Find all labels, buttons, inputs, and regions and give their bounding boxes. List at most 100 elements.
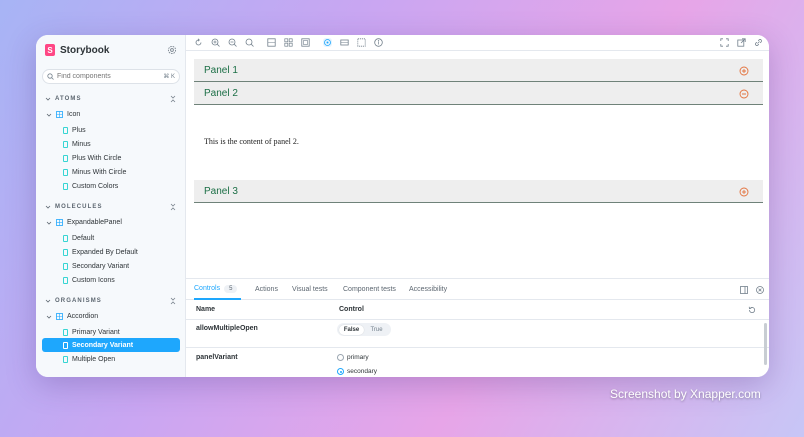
grid-icon[interactable]	[284, 38, 293, 47]
story-label: Custom Colors	[72, 182, 119, 190]
storybook-window: S Storybook ⌘ K ATOMS Icon Plus Minus	[36, 35, 769, 377]
component-icon	[56, 111, 63, 118]
tab-label: Actions	[255, 286, 278, 293]
sidebar: S Storybook ⌘ K ATOMS Icon Plus Minus	[36, 35, 186, 377]
story-preview: Panel 1 Panel 2 This is the content of p…	[186, 51, 769, 278]
story-label: Multiple Open	[72, 355, 116, 363]
boolean-toggle[interactable]: False True	[337, 323, 391, 336]
story-custom-colors[interactable]: Custom Colors	[42, 179, 180, 193]
scrollbar[interactable]	[764, 323, 767, 365]
plus-circle-icon[interactable]	[739, 187, 749, 197]
gear-icon[interactable]	[167, 45, 177, 55]
collapse-all-icon[interactable]	[169, 297, 177, 305]
chevron-down-icon	[46, 113, 52, 117]
story-plus[interactable]: Plus	[42, 123, 180, 137]
search-shortcut: ⌘ K	[163, 74, 175, 80]
collapse-all-icon[interactable]	[169, 203, 177, 211]
story-label: Plus With Circle	[72, 154, 122, 162]
reload-icon[interactable]	[194, 38, 203, 47]
chevron-down-icon	[45, 299, 51, 303]
zoom-out-icon[interactable]	[228, 38, 237, 47]
story-plus-with-circle[interactable]: Plus With Circle	[42, 151, 180, 165]
section-title: MOLECULES	[55, 204, 103, 210]
reset-icon[interactable]	[748, 306, 756, 314]
tab-count-badge: 5	[224, 284, 238, 293]
section-molecules[interactable]: MOLECULES	[45, 204, 103, 210]
brand[interactable]: S Storybook	[45, 44, 109, 56]
controls-table-header: Name Control	[186, 300, 769, 320]
toggle-option-true[interactable]: True	[364, 327, 389, 333]
fullscreen-icon[interactable]	[720, 38, 729, 47]
story-minus-with-circle[interactable]: Minus With Circle	[42, 165, 180, 179]
tab-component-tests[interactable]: Component tests	[343, 279, 396, 300]
tab-label: Visual tests	[292, 286, 328, 293]
component-label: Accordion	[67, 313, 99, 320]
story-default[interactable]: Default	[42, 231, 180, 245]
story-icon	[63, 182, 68, 190]
tree-component-icon[interactable]: Icon	[46, 111, 80, 118]
component-label: Icon	[67, 111, 81, 118]
story-icon	[63, 262, 68, 270]
radio-label: secondary	[347, 368, 377, 375]
addon-tabs: Controls 5 Actions Visual tests Componen…	[186, 279, 769, 300]
story-minus[interactable]: Minus	[42, 137, 180, 151]
open-new-tab-icon[interactable]	[737, 38, 746, 47]
panel-3-header[interactable]: Panel 3	[194, 180, 763, 203]
minus-circle-icon[interactable]	[739, 89, 749, 99]
story-icon	[63, 341, 68, 349]
story-icon	[63, 140, 68, 148]
zoom-reset-icon[interactable]	[245, 38, 254, 47]
section-atoms[interactable]: ATOMS	[45, 96, 82, 102]
collapse-all-icon[interactable]	[169, 95, 177, 103]
zoom-in-icon[interactable]	[211, 38, 220, 47]
tree-component-expandablepanel[interactable]: ExpandablePanel	[46, 219, 122, 226]
toggle-option-false[interactable]: False	[339, 324, 364, 335]
section-organisms[interactable]: ORGANISMS	[45, 298, 102, 304]
radio-button[interactable]	[337, 368, 344, 375]
panel-position-icon[interactable]	[740, 286, 748, 294]
section-title: ORGANISMS	[55, 298, 102, 304]
panel-1-header[interactable]: Panel 1	[194, 59, 763, 82]
control-name: allowMultipleOpen	[196, 325, 258, 332]
story-icon	[63, 276, 68, 284]
tree-component-accordion[interactable]: Accordion	[46, 313, 98, 320]
story-icon	[63, 126, 68, 134]
section-title: ATOMS	[55, 96, 82, 102]
panel-2-header[interactable]: Panel 2	[194, 82, 763, 105]
tab-controls[interactable]: Controls 5	[194, 279, 242, 300]
story-secondary-variant-panel[interactable]: Secondary Variant	[42, 259, 180, 273]
accessibility-icon[interactable]	[374, 38, 383, 47]
radio-secondary[interactable]: secondary	[337, 368, 377, 375]
story-label: Secondary Variant	[72, 341, 134, 349]
story-custom-icons[interactable]: Custom Icons	[42, 273, 180, 287]
toolbar	[186, 35, 769, 51]
radio-button[interactable]	[337, 354, 344, 361]
story-primary-variant[interactable]: Primary Variant	[42, 325, 180, 339]
outline-icon[interactable]	[340, 38, 349, 47]
tab-visual-tests[interactable]: Visual tests	[292, 279, 328, 300]
story-icon	[63, 168, 68, 176]
copy-link-icon[interactable]	[754, 38, 763, 47]
tab-accessibility[interactable]: Accessibility	[409, 279, 447, 300]
viewport-icon[interactable]	[301, 38, 310, 47]
frame-icon[interactable]	[357, 38, 366, 47]
close-icon[interactable]	[756, 286, 764, 294]
background-icon[interactable]	[267, 38, 276, 47]
panel-2-content: This is the content of panel 2.	[204, 137, 299, 146]
panel-title: Panel 3	[204, 185, 238, 197]
story-secondary-variant-selected[interactable]: Secondary Variant	[42, 338, 180, 352]
search-icon	[47, 73, 54, 80]
tab-label: Component tests	[343, 286, 396, 293]
radio-primary[interactable]: primary	[337, 354, 369, 361]
measure-icon[interactable]	[323, 38, 332, 47]
search-box[interactable]: ⌘ K	[42, 69, 180, 84]
story-expanded-by-default[interactable]: Expanded By Default	[42, 245, 180, 259]
tab-actions[interactable]: Actions	[255, 279, 278, 300]
story-label: Custom Icons	[72, 276, 115, 284]
story-label: Default	[72, 234, 95, 242]
tab-label: Accessibility	[409, 286, 448, 293]
story-label: Expanded By Default	[72, 248, 138, 256]
search-input[interactable]	[57, 73, 157, 80]
plus-circle-icon[interactable]	[739, 66, 749, 76]
story-multiple-open[interactable]: Multiple Open	[42, 352, 180, 366]
